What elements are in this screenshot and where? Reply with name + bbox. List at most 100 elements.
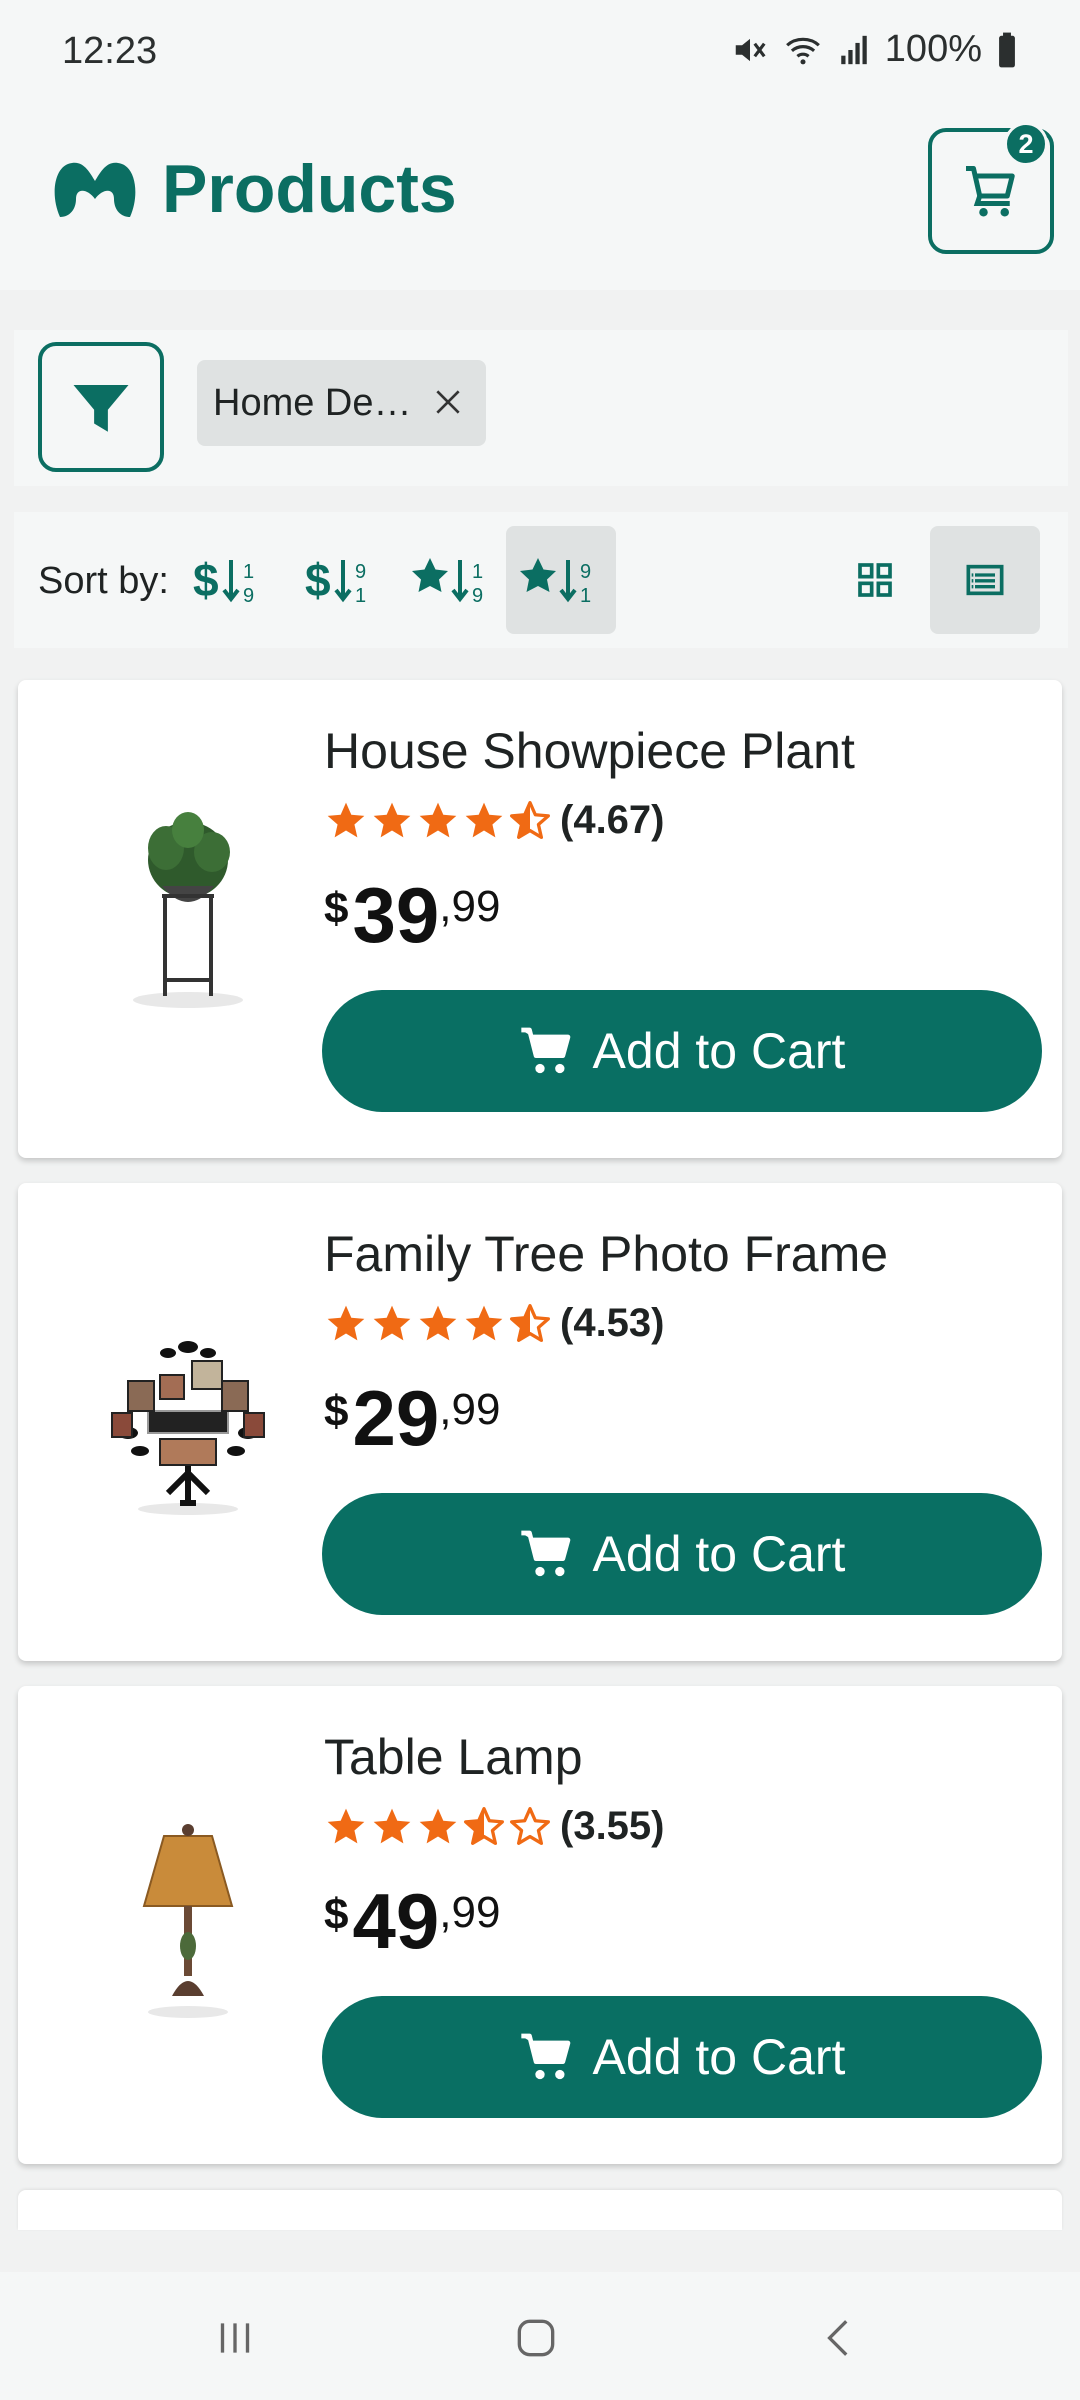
status-icons: 100%: [731, 28, 1018, 71]
rating-stars: [324, 1805, 552, 1849]
star-empty-icon: [510, 1806, 550, 1845]
svg-text:$: $: [193, 554, 219, 606]
plant-icon: [133, 812, 243, 1008]
price-currency: $: [324, 1890, 349, 1939]
sort-price-descending-icon: $ 9 1: [305, 554, 366, 607]
filter-bar: [14, 330, 1068, 486]
star-full-icon: [419, 802, 457, 837]
product-name[interactable]: Table Lamp: [324, 1728, 583, 1786]
add-to-cart-button[interactable]: Add to Cart: [322, 990, 1042, 1112]
price-integer: 39: [352, 871, 440, 959]
category-filter-chip[interactable]: Home De…: [197, 360, 486, 446]
rating-stars: [324, 799, 552, 843]
cart-icon: [520, 1530, 570, 1577]
product-card-partial[interactable]: [18, 2190, 1062, 2230]
sort-price-descending-button[interactable]: $ 9 1: [290, 526, 400, 634]
cart-icon: [520, 2033, 570, 2080]
star-full-icon: [419, 1808, 457, 1843]
star-full-icon: [327, 1808, 365, 1843]
price-integer: 49: [352, 1877, 440, 1965]
status-time: 12:23: [62, 30, 158, 72]
sort-rating-descending-button[interactable]: 9 1: [506, 526, 616, 634]
grid-view-icon: [858, 563, 892, 597]
photo-frame-icon: [111, 1341, 265, 1515]
rating-value: (4.53): [560, 1301, 665, 1345]
battery-icon: [999, 32, 1015, 67]
product-price: $ 39 ,99: [324, 876, 500, 954]
app-logo-icon: [54, 162, 136, 217]
add-to-cart-label: Add to Cart: [592, 1023, 846, 1079]
sort-rating-descending-icon: 9 1: [520, 558, 591, 607]
price-decimal: ,99: [439, 882, 501, 931]
product-name[interactable]: Family Tree Photo Frame: [324, 1225, 888, 1283]
sort-rating-ascending-icon: 1 9: [412, 558, 483, 607]
add-to-cart-button[interactable]: Add to Cart: [322, 1493, 1042, 1615]
product-image[interactable]: [58, 1776, 318, 2076]
price-decimal: ,99: [439, 1385, 501, 1434]
close-icon[interactable]: [432, 386, 464, 418]
star-full-icon: [373, 1808, 411, 1843]
star-full-icon: [465, 1305, 503, 1340]
product-price: $ 29 ,99: [324, 1379, 500, 1457]
recent-apps-button[interactable]: [175, 2300, 295, 2376]
wifi-icon: [785, 37, 820, 64]
cart-icon: [966, 166, 1015, 217]
signal-icon: [841, 35, 867, 64]
svg-text:1: 1: [243, 561, 254, 583]
back-button[interactable]: [780, 2300, 900, 2376]
home-button[interactable]: [476, 2300, 596, 2376]
product-image[interactable]: [58, 770, 318, 1070]
battery-text: 100%: [884, 28, 982, 70]
filter-button[interactable]: [38, 342, 164, 472]
star-full-icon: [327, 802, 365, 837]
product-card[interactable]: House Showpiece Plant (4.67) $ 39 ,99 Ad…: [18, 680, 1062, 1158]
lamp-icon: [142, 1824, 234, 2018]
product-rating: (4.53): [324, 1301, 665, 1346]
rating-value: (4.67): [560, 798, 665, 842]
list-view-button[interactable]: [930, 526, 1040, 634]
star-full-icon: [419, 1305, 457, 1340]
rating-value: (3.55): [560, 1804, 665, 1848]
price-decimal: ,99: [439, 1888, 501, 1937]
svg-text:9: 9: [472, 585, 483, 607]
svg-text:1: 1: [355, 585, 366, 607]
svg-text:1: 1: [580, 585, 591, 607]
sort-price-ascending-icon: $ 1 9: [193, 554, 254, 607]
star-full-icon: [373, 1305, 411, 1340]
star-full-icon: [327, 1305, 365, 1340]
star-full-icon: [465, 802, 503, 837]
chip-label: Home De…: [213, 381, 412, 424]
price-currency: $: [324, 884, 349, 933]
list-view-icon: [966, 564, 1004, 596]
svg-text:9: 9: [580, 561, 591, 583]
recent-apps-icon: [220, 2323, 250, 2353]
star-half-icon: [510, 800, 550, 839]
cart-count-badge: 2: [1004, 122, 1048, 166]
page-title: Products: [162, 151, 457, 227]
svg-text:9: 9: [355, 561, 366, 583]
rating-stars: [324, 1302, 552, 1346]
cart-icon: [520, 1027, 570, 1074]
sort-price-ascending-button[interactable]: $ 1 9: [178, 526, 288, 634]
add-to-cart-label: Add to Cart: [592, 2029, 846, 2085]
svg-text:1: 1: [472, 561, 483, 583]
star-full-icon: [373, 802, 411, 837]
home-icon: [517, 2319, 555, 2357]
sort-label: Sort by:: [38, 560, 169, 602]
svg-text:$: $: [305, 554, 331, 606]
product-rating: (3.55): [324, 1804, 665, 1849]
price-currency: $: [324, 1387, 349, 1436]
product-card[interactable]: Table Lamp (3.55) $ 49 ,99 Add to Cart: [18, 1686, 1062, 2164]
product-card[interactable]: Family Tree Photo Frame (4.53) $ 29 ,99 …: [18, 1183, 1062, 1661]
sort-rating-ascending-button[interactable]: 1 9: [398, 526, 508, 634]
add-to-cart-button[interactable]: Add to Cart: [322, 1996, 1042, 2118]
grid-view-button[interactable]: [820, 526, 930, 634]
product-name[interactable]: House Showpiece Plant: [324, 722, 855, 780]
svg-text:9: 9: [243, 585, 254, 607]
price-integer: 29: [352, 1374, 440, 1462]
product-image[interactable]: [58, 1273, 318, 1573]
add-to-cart-label: Add to Cart: [592, 1526, 846, 1582]
filter-icon: [73, 385, 129, 432]
product-rating: (4.67): [324, 798, 665, 843]
back-icon: [827, 2320, 848, 2356]
